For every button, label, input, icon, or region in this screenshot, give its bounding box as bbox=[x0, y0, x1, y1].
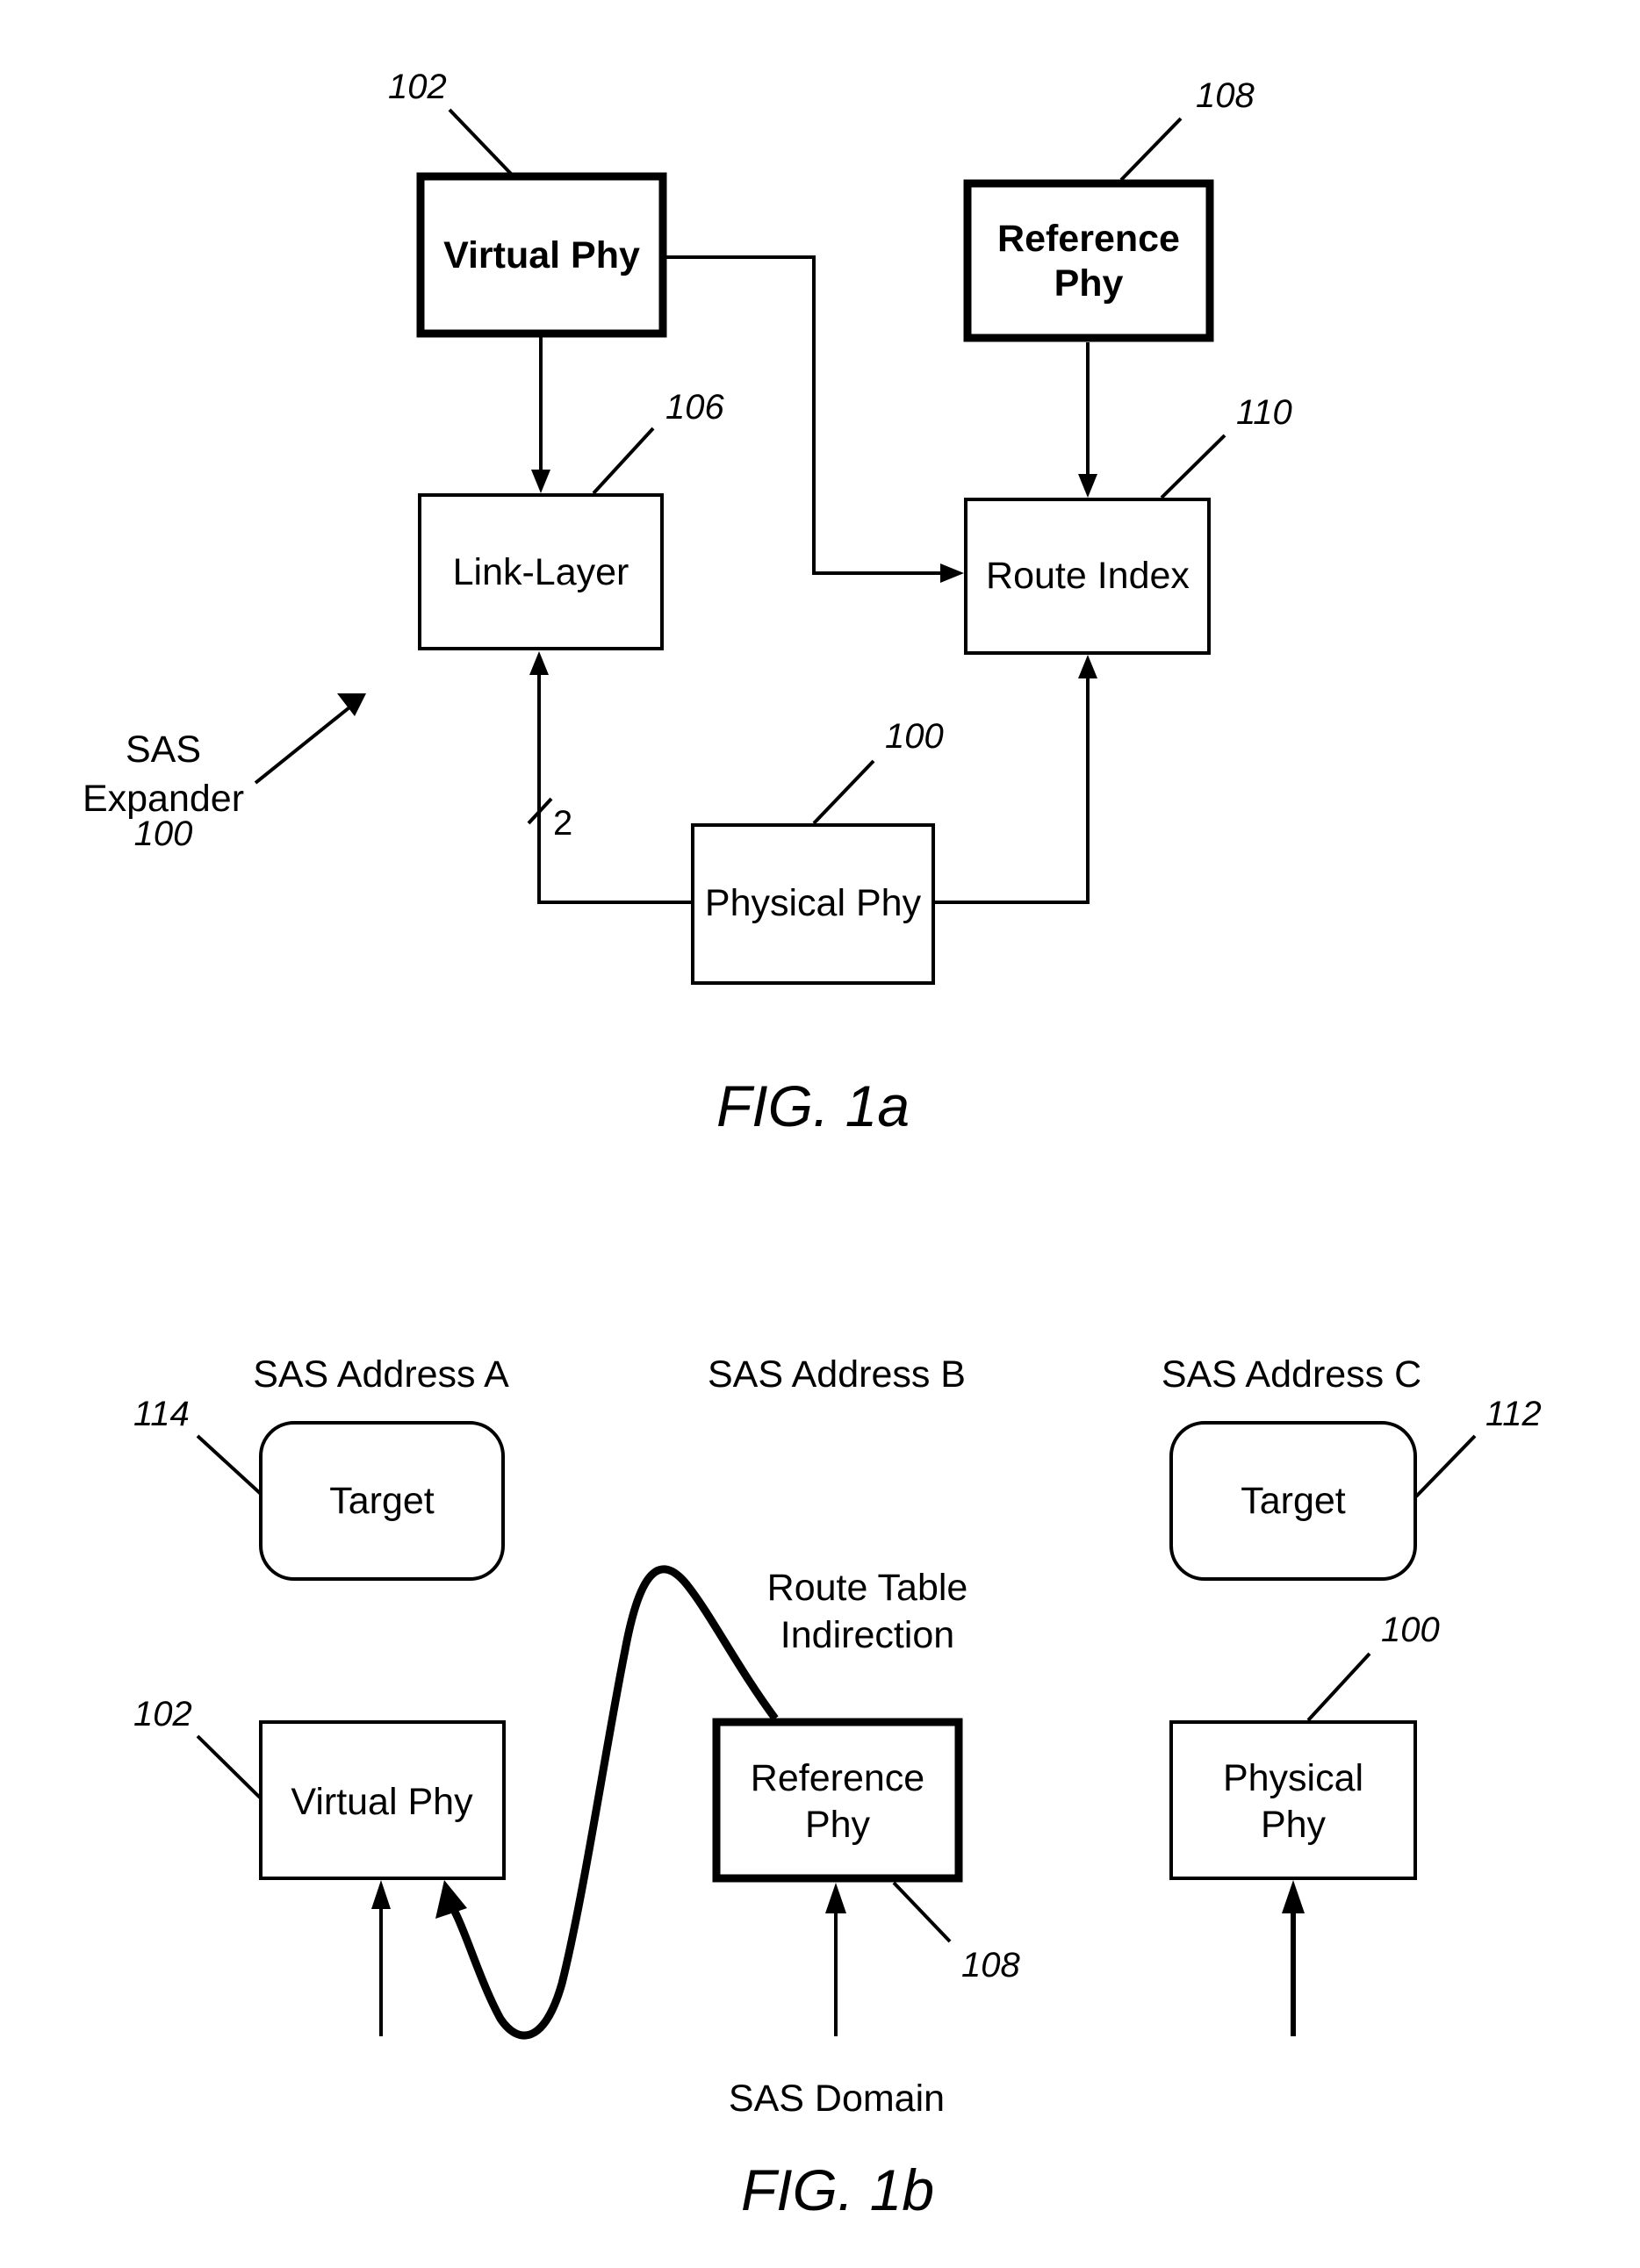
fig1b-caption: FIG. 1b bbox=[741, 2157, 934, 2222]
fig1b-virtual-phy-label: Virtual Phy bbox=[291, 1781, 473, 1823]
fig1a-virtual-phy-label: Virtual Phy bbox=[443, 234, 640, 276]
fig1b-reference-phy-block: Reference Phy bbox=[712, 1718, 963, 1883]
fig1b-leader-108 bbox=[892, 1881, 952, 1943]
fig1b-reference-phy-label-1: Reference bbox=[751, 1757, 924, 1799]
sas-address-b: SAS Address B bbox=[708, 1353, 966, 1396]
fig1a-leader-108 bbox=[1119, 117, 1183, 182]
fig1a-physical-phy-block: Physical Phy bbox=[691, 823, 935, 985]
fig1a-arrow-virtual-to-link bbox=[531, 337, 550, 493]
sas-address-a: SAS Address A bbox=[253, 1353, 509, 1396]
route-table-label-1: Route Table bbox=[767, 1567, 968, 1609]
fig1a-reference-phy-block: Reference Phy bbox=[963, 179, 1214, 342]
fig1b-arrow-domain-to-reference bbox=[825, 1883, 846, 2036]
fig1b-leader-100 bbox=[1306, 1652, 1371, 1722]
fig1a-ref-100: 100 bbox=[885, 717, 944, 756]
target-c-label: Target bbox=[1241, 1480, 1346, 1522]
fig1a-link-layer-block: Link-Layer bbox=[418, 493, 664, 650]
fig1a-route-index-block: Route Index bbox=[964, 498, 1211, 655]
fig1a-reference-phy-label-2: Phy bbox=[1054, 262, 1124, 305]
fig1b-ref-114: 114 bbox=[133, 1395, 190, 1433]
fig1b-reference-phy-label-2: Phy bbox=[805, 1804, 871, 1846]
fig1a-caption: FIG. 1a bbox=[716, 1073, 910, 1138]
fig1b-leader-102 bbox=[196, 1734, 262, 1799]
fig1a-ref-102: 102 bbox=[388, 68, 447, 106]
fig1a-physical-phy-label: Physical Phy bbox=[705, 882, 922, 924]
fig1a-arrow-physical-to-route bbox=[934, 655, 1097, 904]
fig1b-ref-102: 102 bbox=[133, 1695, 192, 1733]
sas-expander-ref: 100 bbox=[134, 815, 193, 853]
fig1b-virtual-phy-block: Virtual Phy bbox=[259, 1720, 506, 1880]
fig1a-ref-106: 106 bbox=[665, 388, 724, 427]
sas-address-c: SAS Address C bbox=[1162, 1353, 1421, 1396]
fig1b-target-c: Target bbox=[1169, 1421, 1417, 1581]
sas-expander-label-2: Expander bbox=[83, 778, 244, 820]
fig1b-leader-114 bbox=[196, 1434, 263, 1496]
fig1b-target-a: Target bbox=[259, 1421, 505, 1581]
sas-domain-label: SAS Domain bbox=[729, 2078, 945, 2120]
target-a-label: Target bbox=[329, 1480, 435, 1522]
patent-figure-sheet: Virtual Phy 102 Reference Phy 108 Link-L… bbox=[83, 68, 1542, 2222]
route-table-label-2: Indirection bbox=[780, 1614, 954, 1656]
fig1a-link-layer-label: Link-Layer bbox=[453, 551, 629, 593]
fig1a-bus-width: 2 bbox=[553, 804, 572, 843]
fig1b-leader-112 bbox=[1414, 1434, 1477, 1498]
curve-arrowhead-icon bbox=[435, 1880, 467, 1919]
fig1b-ref-108: 108 bbox=[961, 1946, 1020, 1984]
fig1b-arrow-domain-to-virtual bbox=[371, 1880, 391, 2036]
fig1a-leader-110 bbox=[1160, 434, 1226, 499]
fig1a-leader-100 bbox=[812, 759, 875, 825]
fig1a-ref-110: 110 bbox=[1236, 393, 1292, 432]
fig1a-sas-expander-callout: SAS Expander 100 bbox=[83, 693, 366, 853]
fig1b-physical-phy-label-1: Physical bbox=[1223, 1757, 1363, 1799]
fig1b-ref-112: 112 bbox=[1485, 1395, 1542, 1433]
fig-1a: Virtual Phy 102 Reference Phy 108 Link-L… bbox=[83, 68, 1292, 1138]
fig-1b: SAS Address A SAS Address B SAS Address … bbox=[133, 1353, 1542, 2222]
fig1b-physical-phy-block: Physical Phy bbox=[1169, 1720, 1417, 1880]
fig1a-leader-106 bbox=[592, 427, 655, 495]
fig1b-arrow-domain-to-physical bbox=[1282, 1880, 1305, 2036]
fig1a-leader-102 bbox=[448, 108, 513, 176]
fig1a-arrow-physical-to-link: 2 bbox=[527, 651, 692, 904]
fig1a-ref-108: 108 bbox=[1196, 76, 1255, 115]
fig1a-virtual-phy-block: Virtual Phy bbox=[416, 172, 667, 338]
fig1b-ref-100: 100 bbox=[1381, 1611, 1440, 1649]
fig1a-route-index-label: Route Index bbox=[986, 555, 1190, 597]
fig1a-reference-phy-label-1: Reference bbox=[997, 218, 1180, 260]
fig1a-arrow-reference-to-route bbox=[1078, 342, 1097, 498]
fig1b-physical-phy-label-2: Phy bbox=[1261, 1804, 1327, 1846]
sas-expander-label-1: SAS bbox=[126, 728, 201, 771]
